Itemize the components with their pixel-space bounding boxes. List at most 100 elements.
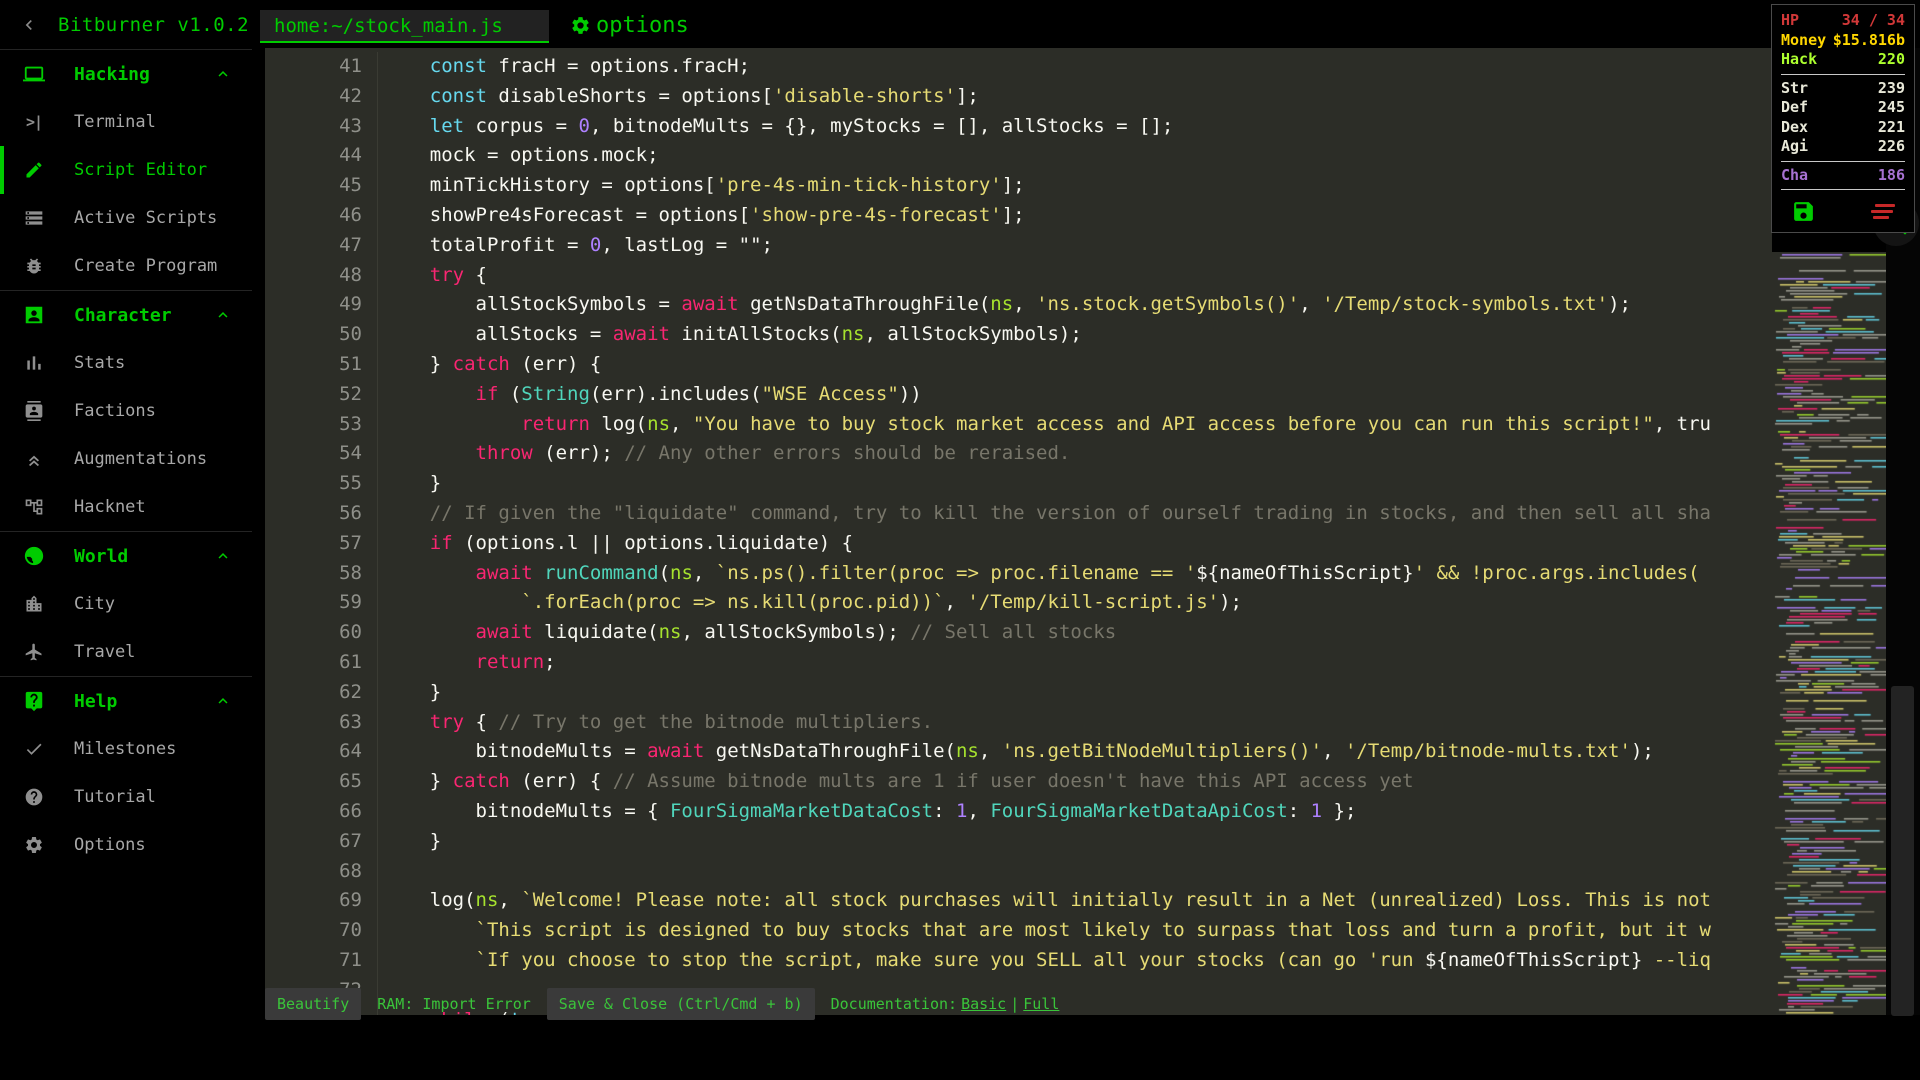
editor-bottom-bar: Beautify RAM: Import Error Save & Close …	[265, 987, 1059, 1021]
documentation-links: Documentation: Basic | Full	[831, 995, 1060, 1013]
chevron-up-icon	[214, 65, 232, 83]
sidebar-section-label: Character	[74, 304, 172, 326]
overview-actions	[1781, 194, 1905, 226]
doc-basic-link[interactable]: Basic	[961, 995, 1006, 1013]
money-value: $15.816b	[1832, 30, 1905, 49]
double-chevron-up-icon	[20, 449, 48, 469]
overview-divider	[1781, 160, 1905, 162]
character-overview-panel: HP 34 / 34 Money $15.816b Hack 220 Str 2…	[1771, 4, 1915, 233]
sidebar-section-hacking[interactable]: Hacking	[0, 50, 252, 98]
sidebar-item-augmentations[interactable]: Augmentations	[0, 435, 252, 483]
hack-label: Hack	[1781, 50, 1818, 68]
agi-label: Agi	[1781, 137, 1809, 155]
help-bubble-icon	[20, 690, 48, 712]
gear-icon	[570, 15, 591, 36]
person-badge-icon	[20, 304, 48, 326]
beautify-button[interactable]: Beautify	[265, 988, 362, 1020]
cha-row: Cha 186	[1781, 166, 1905, 186]
sidebar-item-options[interactable]: Options	[0, 821, 252, 869]
str-row: Str 239	[1781, 79, 1905, 99]
code-editor[interactable]: 41 const fracH = options.fracH; 42 const …	[265, 48, 1772, 1015]
sidebar-item-milestones[interactable]: Milestones	[0, 725, 252, 773]
options-label: options	[596, 12, 689, 38]
doc-separator: |	[1010, 995, 1020, 1013]
sidebar-item-city[interactable]: City	[0, 580, 252, 628]
sidebar-item-label: Travel	[74, 642, 136, 662]
sidebar-section-help[interactable]: Help	[0, 677, 252, 725]
hack-row: Hack 220	[1781, 50, 1905, 70]
sidebar-item-label: Active Scripts	[74, 208, 218, 228]
sidebar-item-label: Script Editor	[74, 160, 208, 180]
minimap-canvas	[1772, 252, 1886, 1015]
money-label: Money	[1781, 30, 1827, 49]
sidebar-item-label: Hacknet	[74, 497, 146, 517]
money-row: Money $15.816b	[1781, 31, 1905, 51]
hp-row: HP 34 / 34	[1781, 11, 1905, 31]
cha-label: Cha	[1781, 165, 1809, 184]
dex-value: 221	[1877, 117, 1905, 136]
sidebar-item-label: City	[74, 594, 115, 614]
tab-stock-main-js[interactable]: home:~/stock_main.js	[260, 10, 549, 43]
def-row: Def 245	[1781, 98, 1905, 118]
chevron-up-icon	[214, 547, 232, 565]
terminal-icon: >|	[25, 113, 43, 131]
app-version-title: Bitburner v1.0.2	[58, 13, 250, 36]
agi-value: 226	[1877, 137, 1905, 155]
tab-label: home:~/stock_main.js	[274, 14, 503, 37]
sidebar-header: Bitburner v1.0.2	[0, 0, 252, 50]
hp-value: 34 / 34	[1841, 11, 1905, 29]
documentation-label: Documentation:	[830, 995, 958, 1013]
sidebar-item-label: Tutorial	[74, 787, 156, 807]
gear-icon	[20, 835, 48, 855]
sidebar-item-label: Create Program	[74, 256, 218, 276]
editor-options-button[interactable]: options	[570, 9, 689, 41]
overview-divider	[1781, 73, 1905, 75]
sidebar-section-label: Hacking	[74, 63, 150, 85]
save-close-button[interactable]: Save & Close (Ctrl/Cmd + b)	[546, 988, 815, 1020]
dex-row: Dex 221	[1781, 118, 1905, 138]
sidebar-item-label: Options	[74, 835, 146, 855]
checkmark-icon	[20, 739, 48, 759]
doc-full-link[interactable]: Full	[1023, 995, 1059, 1013]
minimap[interactable]	[1772, 252, 1886, 1015]
sidebar-item-label: Milestones	[74, 739, 177, 759]
cha-value: 186	[1877, 165, 1905, 184]
save-game-icon[interactable]	[1791, 199, 1816, 224]
kill-scripts-icon[interactable]	[1871, 204, 1895, 219]
collapse-sidebar-button[interactable]	[0, 15, 58, 35]
question-circle-icon	[20, 787, 48, 807]
sidebar-section-label: World	[74, 545, 129, 567]
def-label: Def	[1781, 98, 1809, 116]
sidebar-section-world[interactable]: World	[0, 532, 252, 580]
str-value: 239	[1877, 78, 1905, 97]
sidebar-item-factions[interactable]: Factions	[0, 387, 252, 435]
pencil-icon	[20, 160, 48, 180]
sidebar-item-travel[interactable]: Travel	[0, 628, 252, 676]
network-tree-icon	[20, 497, 48, 517]
sidebar-item-tutorial[interactable]: Tutorial	[0, 773, 252, 821]
sidebar-item-label: Factions	[74, 401, 156, 421]
chevron-left-icon	[25, 19, 32, 30]
laptop-icon	[20, 63, 48, 85]
sidebar-section-label: Help	[74, 690, 118, 712]
contact-card-icon	[20, 401, 48, 421]
scrollbar-thumb[interactable]	[1891, 686, 1914, 1016]
code-lines: 41 const fracH = options.fracH; 42 const …	[265, 52, 1772, 1015]
city-buildings-icon	[20, 594, 48, 614]
sidebar-item-terminal[interactable]: >| Terminal	[0, 98, 252, 146]
sidebar-item-label: Stats	[74, 353, 126, 373]
def-value: 245	[1877, 98, 1905, 116]
ram-status: RAM: Import Error	[377, 995, 531, 1013]
sidebar-item-label: Terminal	[74, 112, 156, 132]
bitburner-app: Bitburner v1.0.2 Hacking >| Terminal Scr…	[0, 0, 1920, 1080]
sidebar-item-script-editor[interactable]: Script Editor	[0, 146, 252, 194]
sidebar-item-create-program[interactable]: Create Program	[0, 242, 252, 290]
chevron-up-icon	[214, 692, 232, 710]
sidebar-item-stats[interactable]: Stats	[0, 339, 252, 387]
sidebar-item-label: Augmentations	[74, 449, 208, 469]
airplane-icon	[20, 642, 48, 662]
sidebar-item-active-scripts[interactable]: Active Scripts	[0, 194, 252, 242]
sidebar-section-character[interactable]: Character	[0, 291, 252, 339]
sidebar-item-hacknet[interactable]: Hacknet	[0, 483, 252, 531]
sidebar: Bitburner v1.0.2 Hacking >| Terminal Scr…	[0, 0, 252, 1080]
